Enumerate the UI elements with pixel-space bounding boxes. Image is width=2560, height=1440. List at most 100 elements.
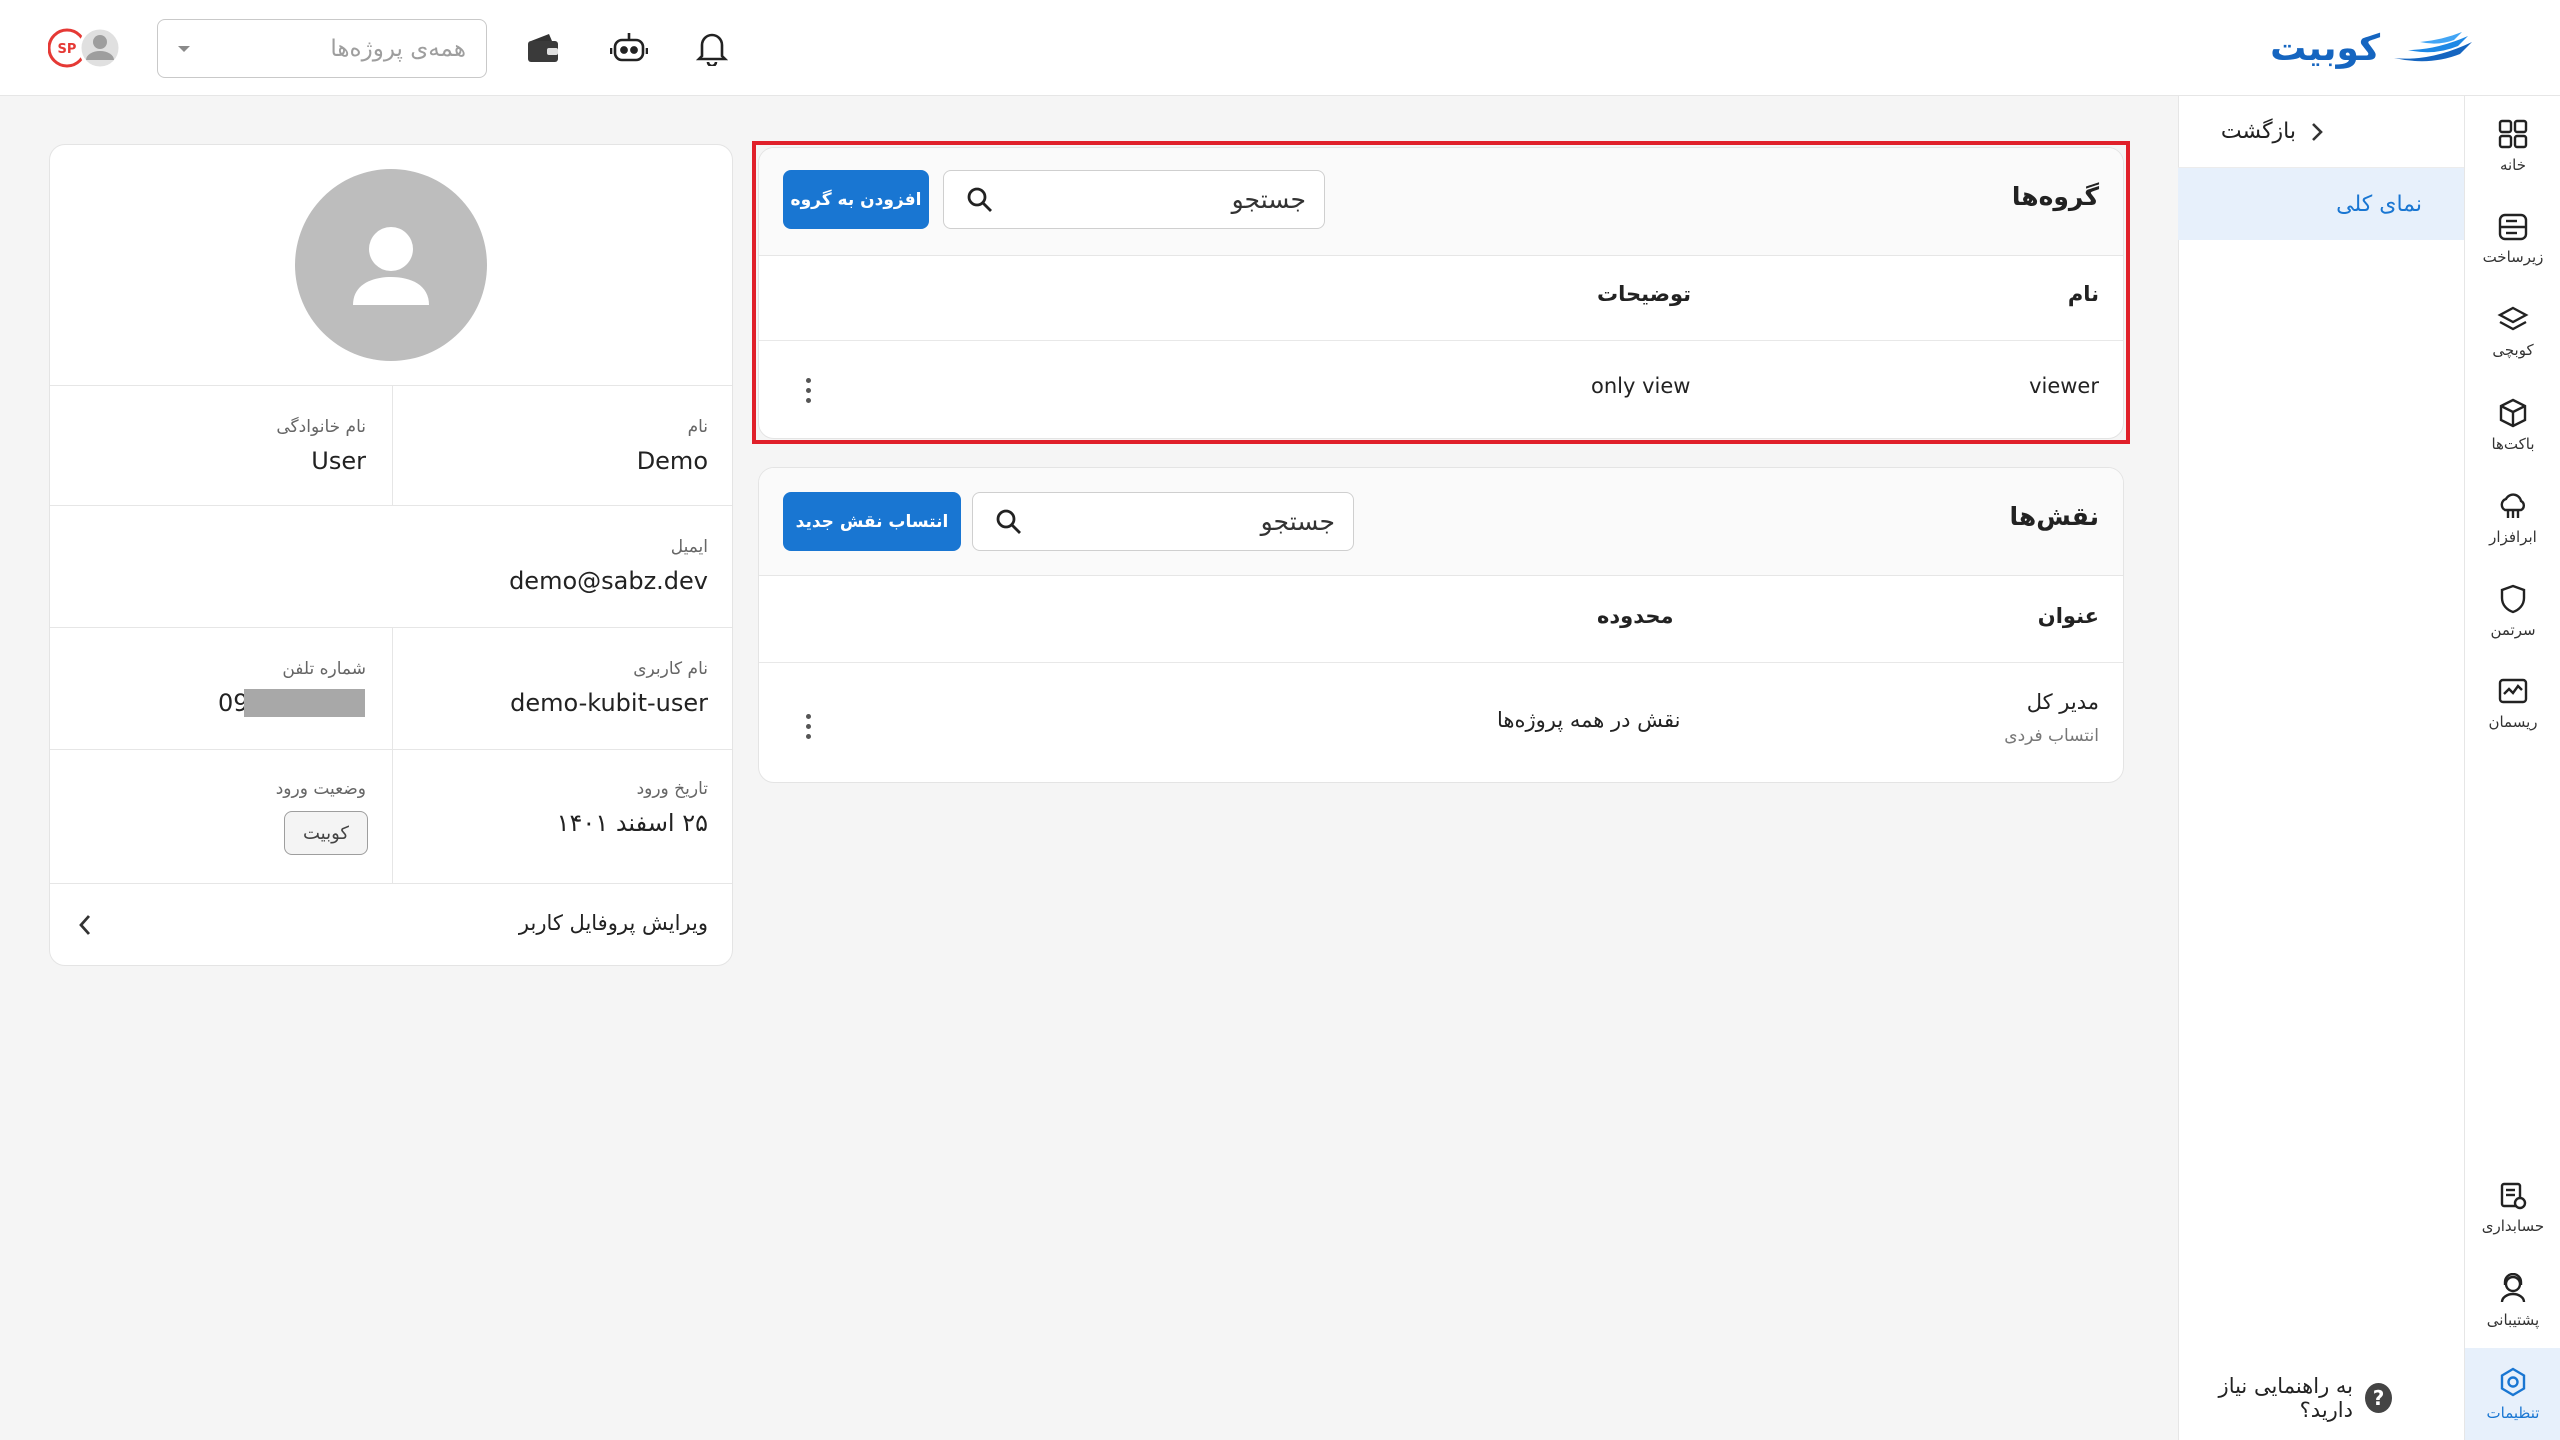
role-assignment-type: انتساب فردی	[2004, 726, 2099, 746]
rail-item-accounting[interactable]: حسابداری	[2465, 1162, 2560, 1254]
person-icon	[353, 227, 429, 305]
last-name-label: نام خانوادگی	[276, 417, 366, 437]
first-name-value: Demo	[636, 447, 708, 475]
avatar-icon: SP	[48, 26, 122, 70]
roles-title: نقش‌ها	[2009, 502, 2099, 531]
edit-profile-link[interactable]: ویرایش پروفایل کاربر	[50, 883, 732, 965]
email-label: ایمیل	[670, 537, 708, 557]
login-date-label: تاریخ ورود	[636, 779, 708, 799]
divider	[759, 662, 2123, 663]
roles-col-scope: محدوده	[1597, 604, 1674, 628]
groups-col-name: نام	[2067, 282, 2099, 306]
edit-profile-label: ویرایش پروفایل کاربر	[518, 911, 708, 935]
groups-col-description: توضیحات	[1597, 282, 1692, 306]
svg-text:SP: SP	[58, 42, 77, 57]
rail-item-home[interactable]: خانه	[2465, 100, 2560, 192]
monitor-chart-icon	[2498, 678, 2528, 704]
rail-item-settings[interactable]: تنظیمات	[2465, 1348, 2560, 1440]
project-select-placeholder: همه‌ی پروژه‌ها	[330, 35, 466, 62]
rail-item-sartaman[interactable]: سرتمن	[2465, 565, 2560, 657]
help-link[interactable]: ? به راهنمایی نیاز دارید؟	[2178, 1356, 2464, 1440]
rail-item-label: تنظیمات	[2486, 1404, 2540, 1422]
groups-search-placeholder: جستجو	[1231, 185, 1306, 214]
divider	[50, 627, 732, 628]
chevron-down-icon	[178, 45, 190, 52]
divider	[759, 340, 2123, 341]
roles-search-placeholder: جستجو	[1260, 507, 1335, 536]
role-scope: نقش در همه پروژه‌ها	[1497, 708, 1681, 732]
divider	[392, 385, 393, 505]
roles-col-title: عنوان	[2037, 604, 2099, 628]
search-icon	[996, 509, 1021, 534]
phone-redaction	[244, 689, 365, 717]
server-icon	[2498, 213, 2528, 241]
group-description: only view	[1591, 374, 1691, 398]
add-to-group-button[interactable]: افزودن به گروه	[783, 170, 929, 229]
help-label: به راهنمایی نیاز دارید؟	[2218, 1374, 2353, 1422]
role-title: مدیر کل	[2026, 690, 2099, 714]
more-options-icon[interactable]	[796, 370, 820, 410]
help-icon: ?	[2365, 1383, 2392, 1413]
last-name-value: User	[311, 447, 366, 475]
login-status-label: وضعیت ورود	[275, 779, 366, 799]
user-menu[interactable]: SP	[48, 24, 124, 72]
roles-card-header: نقش‌ها جستجو انتساب نقش جدید	[759, 468, 2123, 576]
rail-item-buckets[interactable]: باکت‌ها	[2465, 379, 2560, 471]
divider	[392, 627, 393, 883]
rail-item-cloud-app[interactable]: ابرافزار	[2465, 472, 2560, 564]
username-value: demo-kubit-user	[510, 689, 708, 717]
settings-icon	[2500, 1367, 2526, 1397]
grid-icon	[2498, 119, 2528, 149]
rail-item-label: پشتیبانی	[2486, 1311, 2540, 1329]
logo-ship-icon	[2394, 32, 2472, 62]
rail-item-risman[interactable]: ریسمان	[2465, 658, 2560, 750]
rail-item-label: سرتمن	[2490, 621, 2536, 639]
first-name-label: نام	[687, 417, 708, 437]
login-status-badge: کوبیت	[284, 811, 368, 855]
back-button[interactable]: بازگشت	[2178, 96, 2464, 168]
groups-card: گروه‌ها جستجو افزودن به گروه نام توضیحات…	[758, 147, 2124, 439]
rail-item-support[interactable]: پشتیبانی	[2465, 1255, 2560, 1347]
search-icon	[967, 187, 992, 212]
brand-logo[interactable]: کوبیت	[2270, 24, 2476, 72]
assign-role-button[interactable]: انتساب نقش جدید	[783, 492, 961, 551]
icon-rail: خانه زیرساخت کوبچی باکت‌ها ابرافزار سرتم…	[2464, 96, 2560, 1440]
groups-title: گروه‌ها	[2011, 182, 2099, 211]
rail-item-kubchi[interactable]: کوبچی	[2465, 286, 2560, 378]
rail-item-label: خانه	[2499, 156, 2527, 174]
groups-card-header: گروه‌ها جستجو افزودن به گروه	[759, 148, 2123, 256]
support-icon	[2500, 1273, 2526, 1303]
rail-item-label: زیرساخت	[2482, 248, 2544, 266]
brand-name: کوبیت	[2270, 27, 2380, 69]
top-bar: کوبیت همه‌ی پروژه‌ها SP	[0, 0, 2560, 96]
divider	[50, 505, 732, 506]
login-date-value: ۲۵ اسفند ۱۴۰۱	[556, 809, 708, 837]
robot-icon[interactable]	[607, 26, 651, 70]
cube-icon	[2499, 398, 2527, 428]
layers-icon	[2497, 306, 2529, 331]
subnav-item-overview[interactable]: نمای کلی	[2178, 168, 2464, 240]
project-select[interactable]: همه‌ی پروژه‌ها	[157, 19, 487, 78]
rail-item-label: حسابداری	[2481, 1217, 2545, 1235]
wallet-icon[interactable]	[521, 26, 565, 70]
shield-icon	[2500, 584, 2526, 614]
chevron-right-icon	[2312, 122, 2323, 141]
divider	[50, 385, 732, 386]
rail-item-label: باکت‌ها	[2491, 435, 2535, 453]
divider	[50, 749, 732, 750]
phone-label: شماره تلفن	[282, 659, 366, 679]
email-value: demo@sabz.dev	[509, 567, 708, 595]
rail-item-label: ابرافزار	[2489, 528, 2537, 546]
back-label: بازگشت	[2220, 119, 2296, 144]
roles-search-input[interactable]: جستجو	[972, 492, 1354, 551]
settings-subnav: بازگشت نمای کلی ? به راهنمایی نیاز دارید…	[2178, 96, 2464, 1440]
roles-card: نقش‌ها جستجو انتساب نقش جدید عنوان محدود…	[758, 467, 2124, 783]
groups-search-input[interactable]: جستجو	[943, 170, 1325, 229]
more-options-icon[interactable]	[796, 706, 820, 746]
bell-icon[interactable]	[690, 26, 734, 70]
rail-item-infrastructure[interactable]: زیرساخت	[2465, 193, 2560, 285]
cloud-app-icon	[2500, 493, 2525, 518]
rail-item-label: ریسمان	[2488, 713, 2538, 731]
username-label: نام کاربری	[633, 659, 708, 679]
invoice-icon	[2500, 1182, 2527, 1210]
